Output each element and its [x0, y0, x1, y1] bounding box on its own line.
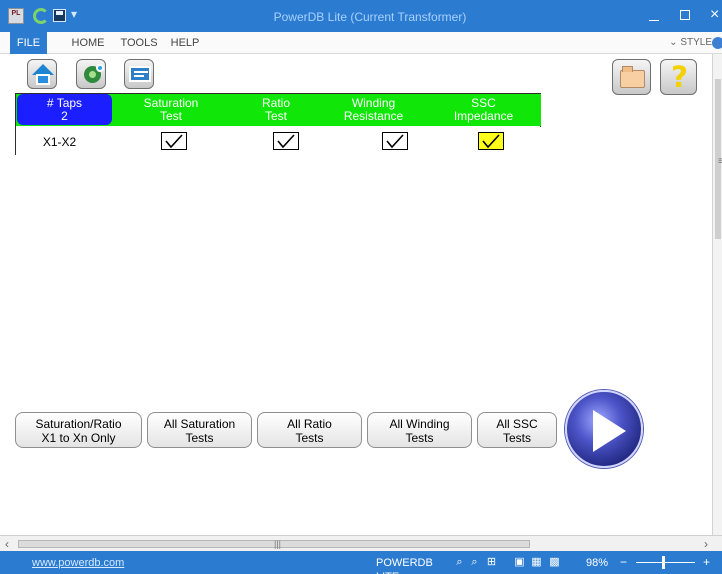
all-ssc-tests-button[interactable]: All SSC Tests — [477, 412, 557, 448]
all-winding-tests-button[interactable]: All Winding Tests — [367, 412, 472, 448]
zoom-slider-track[interactable] — [636, 562, 695, 563]
header-ssc-impedance: SSC Impedance — [426, 94, 541, 126]
table-row: X1-X2 — [16, 127, 541, 155]
zoom-level: 98% — [586, 557, 609, 569]
maximize-button[interactable] — [680, 10, 690, 20]
zoom-minus-icon[interactable]: − — [620, 555, 628, 569]
header-winding-resistance: Winding Resistance — [321, 94, 426, 126]
all-ratio-line1: All Ratio — [287, 417, 332, 431]
header-saturation-test: Saturation Test — [111, 94, 231, 126]
all-winding-line2: Tests — [405, 431, 434, 445]
all-ssc-line2: Tests — [502, 431, 531, 445]
menu-tools[interactable]: TOOLS — [119, 32, 159, 54]
taps-count: 2 — [61, 109, 68, 123]
status-bar: www.powerdb.com POWERDB LITE ⌕ ⌕ ⊞ ▣ ▦ ▩… — [0, 551, 722, 574]
question-mark-icon: ? — [671, 60, 688, 94]
close-button[interactable]: × — [710, 6, 722, 24]
checkmark-icon — [482, 134, 500, 149]
tap-row-label: X1-X2 — [42, 135, 77, 149]
help-globe-icon[interactable] — [712, 37, 722, 49]
scroll-left-icon[interactable]: ‹ — [5, 537, 15, 551]
save-icon[interactable] — [53, 9, 66, 22]
checkmark-icon — [386, 134, 404, 149]
powerdb-window: PL ▾ PowerDB Lite (Current Transformer) … — [0, 0, 722, 574]
ssc-impedance-checkbox[interactable] — [478, 132, 504, 150]
two-page-layout-icon[interactable]: ▦ — [531, 557, 542, 568]
minimize-button[interactable] — [649, 12, 659, 22]
window-title: PowerDB Lite (Current Transformer) — [273, 10, 467, 24]
cards-button[interactable] — [124, 59, 154, 89]
header-ratio-test: Ratio Test — [231, 94, 321, 126]
taps-selector[interactable]: # Taps 2 — [17, 94, 112, 125]
status-app-name: POWERDB LITE — [376, 557, 433, 574]
checkmark-icon — [277, 134, 295, 149]
zoom-in-icon[interactable]: ⌕ — [454, 557, 465, 568]
play-icon[interactable] — [565, 390, 643, 468]
all-saturation-tests-button[interactable]: All Saturation Tests — [147, 412, 252, 448]
settings-badge-icon — [96, 64, 104, 72]
horizontal-scrollbar[interactable]: ‹ ||| › — [0, 535, 722, 551]
saturation-ratio-line2: X1 to Xn Only — [41, 431, 116, 445]
home-button[interactable] — [27, 59, 57, 89]
grid-layout-icon[interactable]: ▩ — [549, 557, 560, 568]
folder-button[interactable] — [612, 59, 651, 95]
menu-home[interactable]: HOME — [63, 32, 113, 54]
checkmark-icon — [165, 134, 183, 149]
chevron-down-icon: ⌄ — [669, 37, 678, 48]
document-canvas: ? # Taps 2 Saturation Test Ratio Test Wi… — [0, 54, 712, 535]
refresh-icon[interactable] — [33, 8, 49, 24]
page-layout-icon[interactable]: ▣ — [514, 557, 525, 568]
zoom-plus-icon[interactable]: + — [703, 555, 713, 569]
cards-icon — [129, 66, 151, 82]
saturation-ratio-line1: Saturation/Ratio — [35, 417, 122, 431]
ratio-header-line2: Test — [264, 109, 287, 123]
winding-header-line2: Resistance — [343, 109, 404, 123]
home-icon-body — [36, 74, 50, 85]
all-winding-line1: All Winding — [389, 417, 450, 431]
all-ratio-line2: Tests — [295, 431, 324, 445]
all-saturation-line2: Tests — [185, 431, 214, 445]
zoom-out-icon[interactable]: ⌕ — [469, 557, 480, 568]
fit-page-icon[interactable]: ⊞ — [486, 557, 497, 568]
saturation-test-checkbox[interactable] — [161, 132, 187, 150]
menu-help[interactable]: HELP — [169, 32, 201, 54]
vertical-scrollbar[interactable] — [712, 54, 722, 535]
ssc-header-line2: Impedance — [453, 109, 514, 123]
saturation-header-line2: Test — [159, 109, 182, 123]
all-ssc-line1: All SSC — [496, 417, 538, 431]
style-label: STYLE — [680, 37, 712, 48]
help-button[interactable]: ? — [660, 59, 697, 95]
vertical-scroll-grip-icon: ≡ — [718, 156, 722, 167]
settings-button[interactable] — [76, 59, 106, 89]
menu-file[interactable]: FILE — [10, 32, 47, 54]
all-saturation-line1: All Saturation — [163, 417, 236, 431]
folder-icon — [620, 66, 645, 88]
scroll-right-icon[interactable]: › — [704, 537, 714, 551]
horizontal-scroll-grip-icon: ||| — [274, 539, 282, 549]
website-link[interactable]: www.powerdb.com — [32, 556, 124, 570]
all-ratio-tests-button[interactable]: All Ratio Tests — [257, 412, 362, 448]
zoom-slider-thumb[interactable] — [662, 556, 665, 569]
winding-resistance-checkbox[interactable] — [382, 132, 408, 150]
ratio-test-checkbox[interactable] — [273, 132, 299, 150]
table-header-row: # Taps 2 Saturation Test Ratio Test Wind… — [16, 94, 541, 126]
style-menu[interactable]: ⌄ STYLE — [660, 32, 712, 54]
saturation-ratio-button[interactable]: Saturation/Ratio X1 to Xn Only — [15, 412, 142, 448]
title-bar: PL ▾ PowerDB Lite (Current Transformer) … — [0, 0, 722, 32]
tap-test-table: # Taps 2 Saturation Test Ratio Test Wind… — [15, 93, 541, 155]
quick-access-dropdown-icon[interactable]: ▾ — [71, 7, 81, 21]
app-logo-icon: PL — [8, 8, 24, 24]
ribbon-menu-bar: FILE HOME TOOLS HELP ⌄ STYLE — [0, 32, 722, 54]
